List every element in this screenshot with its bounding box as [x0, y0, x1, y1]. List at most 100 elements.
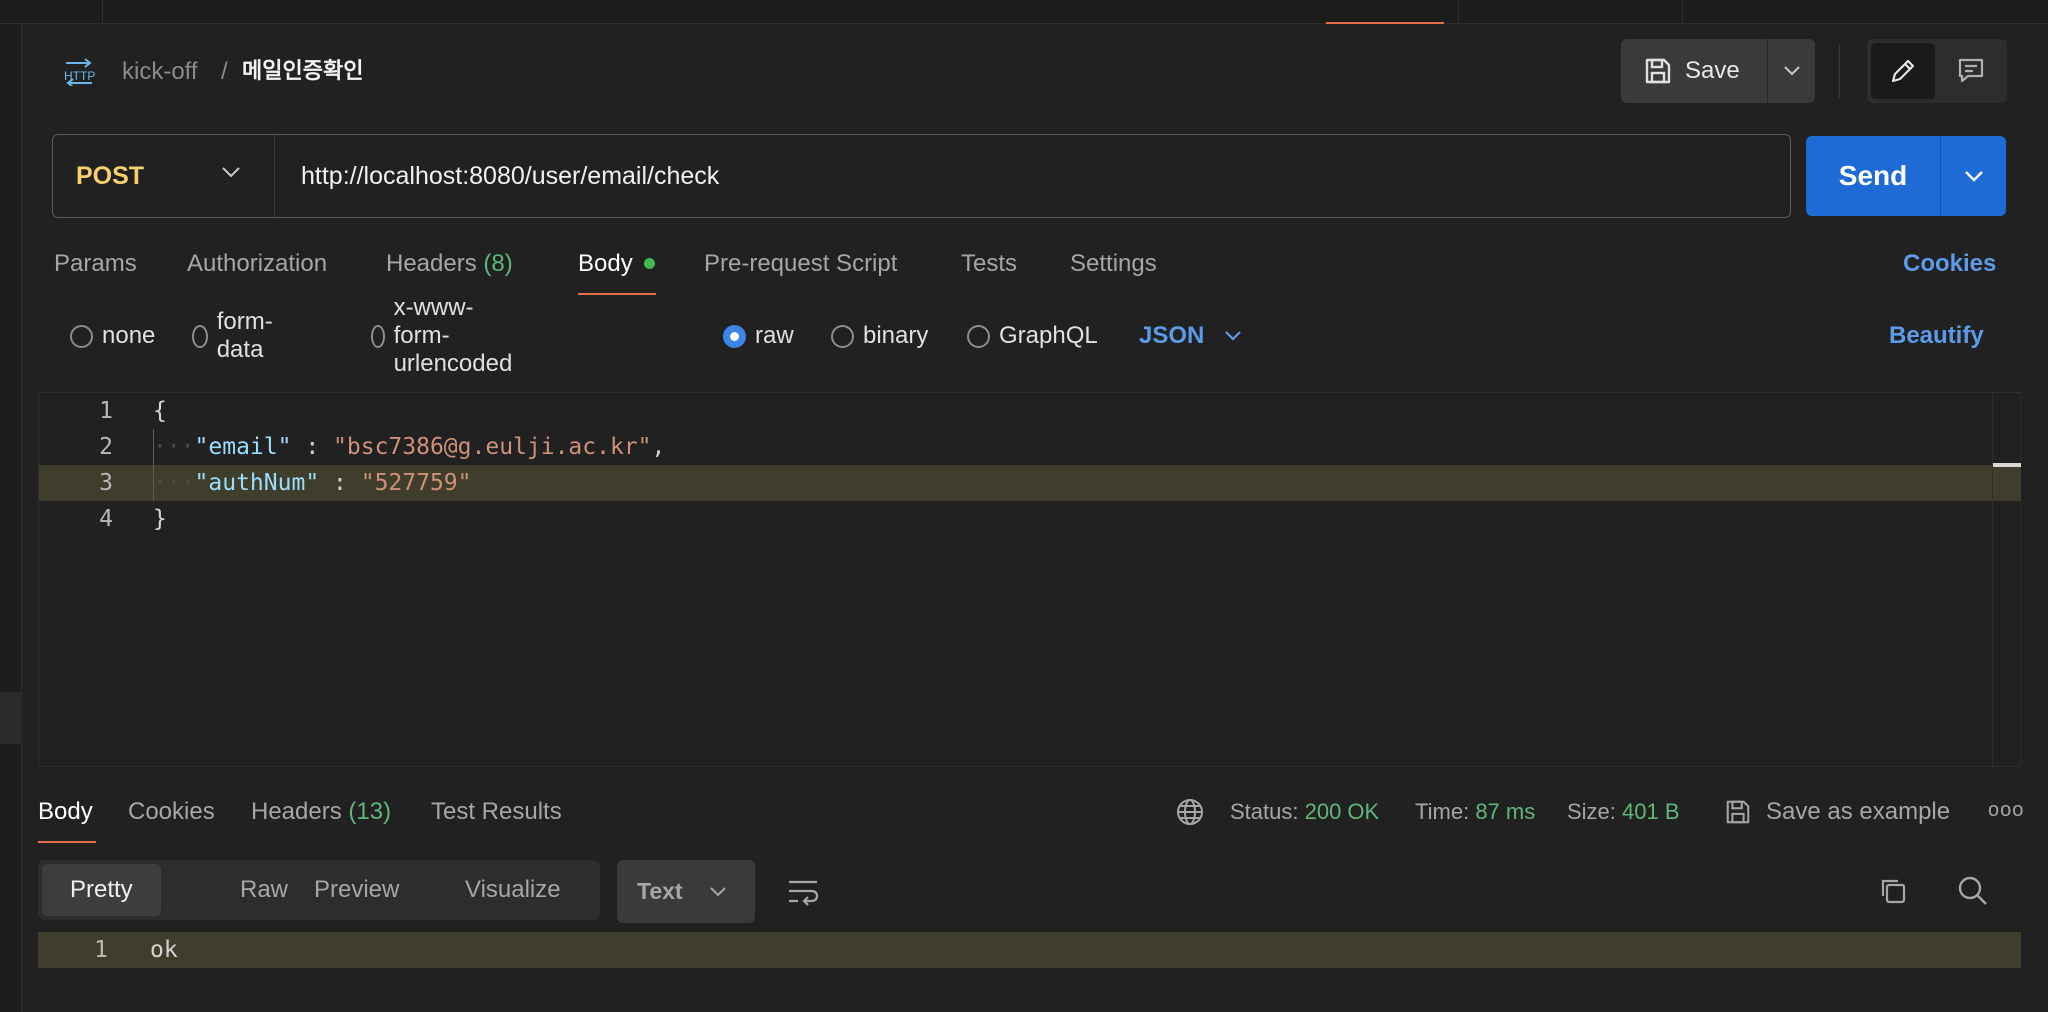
tab-settings[interactable]: Settings — [1070, 249, 1157, 279]
response-tab-headers[interactable]: Headers (13) — [251, 797, 391, 827]
http-badge-text: HTTP — [64, 69, 95, 83]
response-type-label: Text — [637, 878, 683, 904]
minimap-divider — [1992, 393, 1993, 766]
radio-none[interactable]: none — [70, 320, 155, 352]
radio-urlencoded[interactable]: x-www-form-urlencoded — [371, 294, 522, 377]
breadcrumb-separator: / — [221, 58, 228, 85]
status-readout[interactable]: Status: 200 OK — [1230, 797, 1379, 827]
save-as-example-button[interactable]: Save as example — [1724, 797, 1950, 827]
beautify-button[interactable]: Beautify — [1889, 320, 1984, 352]
right-panel-toggle — [1867, 39, 2007, 103]
radio-raw-label: raw — [755, 322, 794, 349]
format-preview[interactable]: Preview — [286, 864, 427, 916]
language-select[interactable]: JSON — [1139, 320, 1242, 352]
headers-count: (8) — [483, 250, 513, 277]
status-value: 200 OK — [1304, 799, 1380, 824]
radio-form-data[interactable]: form-data — [192, 308, 280, 363]
tab-params[interactable]: Params — [54, 249, 137, 279]
radio-circle — [831, 324, 854, 348]
radio-circle — [192, 324, 208, 348]
radio-binary-label: binary — [863, 322, 929, 349]
wrap-lines-icon[interactable] — [786, 874, 820, 908]
request-name[interactable]: 메일인증확인 — [242, 56, 363, 88]
breadcrumb-collection[interactable]: kick-off — [122, 56, 198, 88]
radio-circle — [371, 324, 385, 348]
minimap-cursor — [1993, 463, 2021, 467]
code-text: { — [153, 393, 167, 429]
json-string: "527759" — [360, 470, 472, 496]
editor-line-current: 3 ···"authNum" : "527759" — [39, 465, 2021, 501]
radio-none-label: none — [102, 322, 156, 349]
response-tab-cookies[interactable]: Cookies — [128, 797, 215, 827]
json-key: "authNum" — [194, 470, 320, 496]
save-as-example-label: Save as example — [1766, 798, 1951, 825]
size-value: 401 B — [1622, 799, 1680, 824]
method-select[interactable]: POST — [53, 135, 275, 217]
copy-icon[interactable] — [1878, 876, 1908, 906]
save-button[interactable]: Save — [1621, 39, 1767, 103]
time-readout[interactable]: Time: 87 ms — [1415, 797, 1535, 827]
cookies-link[interactable]: Cookies — [1903, 249, 1996, 279]
globe-icon[interactable] — [1175, 797, 1205, 827]
radio-graphql-label: GraphQL — [999, 322, 1098, 349]
url-bar: POST — [52, 134, 1791, 218]
json-comma: , — [651, 434, 666, 460]
toolbar-divider — [1839, 44, 1840, 98]
edit-button[interactable] — [1871, 43, 1935, 99]
response-tab-underline — [38, 841, 96, 843]
json-colon: : — [291, 434, 334, 460]
more-options-button[interactable]: ooo — [1988, 799, 2024, 822]
response-tab-test-results[interactable]: Test Results — [431, 797, 562, 827]
radio-raw[interactable]: raw — [723, 320, 794, 352]
radio-circle — [967, 324, 990, 348]
comments-button[interactable] — [1939, 43, 2003, 99]
chevron-down-icon — [1225, 331, 1242, 341]
tab-divider — [1682, 0, 1683, 24]
search-icon[interactable] — [1956, 874, 1990, 908]
save-button-group: Save — [1621, 39, 1815, 103]
code-text: ···"authNum" : "527759" — [153, 470, 472, 496]
send-button[interactable]: Send — [1806, 136, 1940, 216]
line-number: 3 — [99, 470, 113, 496]
radio-urlencoded-label: x-www-form-urlencoded — [393, 294, 513, 377]
json-colon: : — [319, 470, 361, 496]
save-options-button[interactable] — [1767, 39, 1815, 103]
tab-pre-request-script[interactable]: Pre-request Script — [704, 249, 897, 279]
radio-circle — [70, 324, 93, 348]
status-label: Status: — [1230, 799, 1299, 824]
chevron-down-icon — [1783, 66, 1800, 76]
chevron-down-icon — [1964, 171, 1983, 182]
open-brace: { — [153, 398, 167, 424]
request-body-editor[interactable]: 1 { 2 ···"email" : "bsc7386@g.eulji.ac.k… — [38, 392, 2021, 767]
size-readout[interactable]: Size: 401 B — [1567, 797, 1680, 827]
pencil-icon — [1891, 59, 1915, 83]
send-options-button[interactable] — [1940, 136, 2006, 216]
response-format-segmented: Pretty Raw Preview Visualize — [38, 860, 600, 920]
response-type-select[interactable]: Text — [617, 860, 755, 923]
tab-authorization[interactable]: Authorization — [187, 249, 327, 279]
url-input[interactable] — [301, 135, 1771, 217]
tab-tests[interactable]: Tests — [961, 249, 1017, 279]
save-icon — [1726, 800, 1750, 824]
editor-line: 1 { — [39, 393, 2021, 429]
json-string: "bsc7386@g.eulji.ac.kr" — [333, 434, 652, 460]
response-tab-body[interactable]: Body — [38, 797, 93, 827]
method-label: POST — [76, 161, 145, 190]
tab-headers[interactable]: Headers (8) — [386, 249, 513, 279]
radio-circle-selected — [723, 324, 746, 348]
body-modified-dot — [644, 258, 655, 269]
active-tab-indicator — [1326, 22, 1444, 24]
json-key: "email" — [194, 434, 292, 460]
indent-guide — [153, 429, 154, 501]
radio-binary[interactable]: binary — [831, 320, 928, 352]
comment-icon — [1958, 58, 1984, 83]
line-number: 1 — [99, 398, 113, 424]
tab-body[interactable]: Body — [578, 249, 633, 279]
format-visualize[interactable]: Visualize — [437, 864, 589, 916]
line-number: 4 — [99, 506, 113, 532]
radio-graphql[interactable]: GraphQL — [967, 320, 1098, 352]
format-pretty[interactable]: Pretty — [42, 864, 161, 916]
language-label: JSON — [1139, 322, 1205, 349]
time-label: Time: — [1415, 799, 1470, 824]
save-icon — [1645, 58, 1671, 84]
